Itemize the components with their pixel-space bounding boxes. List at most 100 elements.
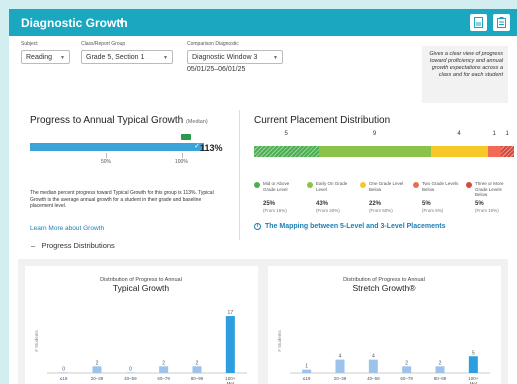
placement-segment-count: 9 bbox=[372, 131, 377, 137]
legend-previous-percent: (From 5%) bbox=[422, 208, 444, 213]
placement-segment-count: 5 bbox=[284, 131, 288, 137]
subject-select[interactable]: Reading ▼ bbox=[21, 50, 70, 64]
progress-title: Progress to Annual Typical Growth (Media… bbox=[30, 115, 208, 126]
category-label: 60–79 bbox=[400, 376, 413, 381]
legend-label: Two Grade Levels Below bbox=[422, 181, 459, 192]
chevron-down-icon[interactable]: ▾ bbox=[119, 17, 124, 28]
legend-dot bbox=[413, 182, 419, 188]
category-label: 20–39 bbox=[334, 376, 347, 381]
placement-segment[interactable] bbox=[319, 146, 431, 157]
placement-segment-count: 1 bbox=[492, 131, 496, 137]
category-label: 40–59 bbox=[367, 376, 380, 381]
date-range: 05/01/25–06/01/25 bbox=[187, 66, 246, 73]
legend-previous-percent: (From 50%) bbox=[369, 208, 393, 213]
bar bbox=[302, 369, 312, 373]
growth-badge bbox=[181, 134, 191, 140]
bar-value-label: 4 bbox=[339, 354, 342, 360]
progress-bar: ✓ bbox=[30, 143, 204, 151]
chevron-down-icon: ▼ bbox=[163, 55, 168, 61]
chevron-down-icon: ▼ bbox=[273, 55, 278, 61]
placement-segment[interactable] bbox=[501, 146, 514, 157]
progress-bar-fill: ✓ bbox=[30, 143, 204, 151]
feature-callout: Gives a clear view of progress toward pr… bbox=[422, 46, 508, 103]
subject-label: Subject bbox=[21, 41, 38, 47]
bar-value-label: 1 bbox=[305, 364, 308, 370]
category-label: 100+ Met bbox=[468, 376, 479, 384]
comparison-value: Diagnostic Window 3 bbox=[192, 54, 258, 61]
category-label: 80–99 bbox=[434, 376, 447, 381]
export-pdf-button[interactable] bbox=[470, 14, 487, 31]
bar bbox=[159, 366, 169, 373]
progress-title-note: (Median) bbox=[186, 119, 208, 125]
category-label: ≤19 bbox=[303, 376, 311, 381]
mapping-link-text: The Mapping between 5-Level and 3-Level … bbox=[265, 223, 446, 230]
legend-percent: 22% bbox=[369, 201, 382, 207]
bar bbox=[402, 366, 412, 373]
bar-value-label: 0 bbox=[129, 366, 132, 372]
bar-value-label: 2 bbox=[405, 360, 408, 366]
typical-growth-chart: Distribution of Progress to AnnualTypica… bbox=[34, 277, 247, 384]
bar-value-label: 2 bbox=[96, 360, 99, 366]
legend-percent: 43% bbox=[316, 201, 329, 207]
chevron-down-icon: ▼ bbox=[60, 55, 65, 61]
legend-dot bbox=[466, 182, 472, 188]
placement-segment[interactable] bbox=[488, 146, 501, 157]
category-label: 100+ Met bbox=[225, 376, 236, 384]
bar bbox=[192, 366, 202, 373]
stretch-growth-chart: Distribution of Progress to AnnualStretc… bbox=[277, 277, 490, 384]
bar-value-label: 2 bbox=[162, 360, 165, 366]
progress-title-text: Progress to Annual Typical Growth bbox=[30, 115, 184, 126]
document-icon bbox=[474, 17, 483, 28]
chart-subtitle: Stretch Growth® bbox=[353, 283, 417, 293]
bar bbox=[59, 372, 69, 373]
progress-distributions-title: Progress Distributions bbox=[41, 241, 115, 250]
legend-percent: 5% bbox=[422, 201, 431, 207]
bar-value-label: 17 bbox=[228, 310, 234, 316]
bar bbox=[225, 316, 235, 373]
progress-description: The median percent progress toward Typic… bbox=[30, 190, 214, 209]
legend-dot bbox=[360, 182, 366, 188]
legend-label: One Grade Level Below bbox=[369, 181, 404, 192]
clipboard-icon bbox=[497, 17, 506, 28]
distribution-panel: Distribution of Progress to Annual Typica… bbox=[18, 259, 508, 384]
bar bbox=[92, 366, 102, 373]
tick-50-label: 50% bbox=[101, 159, 112, 165]
bar bbox=[368, 359, 378, 373]
comparison-label: Comparison Diagnostic bbox=[187, 41, 239, 47]
comparison-select[interactable]: Diagnostic Window 3 ▼ bbox=[187, 50, 283, 64]
class-group-select[interactable]: Grade 5, Section 1 ▼ bbox=[81, 50, 173, 64]
class-group-value: Grade 5, Section 1 bbox=[86, 54, 145, 61]
app-window: Diagnostic Growth ▾ Subject Reading ▼ Cl… bbox=[9, 9, 517, 384]
bar-value-label: 5 bbox=[472, 350, 475, 356]
subject-value: Reading bbox=[26, 54, 53, 61]
category-label: 20–39 bbox=[91, 376, 104, 381]
legend-previous-percent: (From 15%) bbox=[263, 208, 287, 213]
category-label: 80–99 bbox=[191, 376, 204, 381]
placement-segment-count: 1 bbox=[505, 131, 509, 137]
category-label: 40–59 bbox=[124, 376, 137, 381]
chart-subtitle: Typical Growth bbox=[113, 283, 169, 293]
bar bbox=[125, 372, 135, 373]
bar bbox=[335, 359, 345, 373]
legend-label: Mid or Above Grade Level bbox=[263, 181, 290, 192]
bar-value-label: 4 bbox=[372, 354, 375, 360]
legend-previous-percent: (From 10%) bbox=[475, 208, 499, 213]
class-group-label: Class/Report Group bbox=[81, 41, 126, 47]
mapping-link[interactable]: i The Mapping between 5-Level and 3-Level… bbox=[254, 223, 446, 230]
bar-value-label: 2 bbox=[439, 360, 442, 366]
placement-segment[interactable] bbox=[430, 146, 488, 157]
y-axis-label: # Students bbox=[34, 329, 39, 351]
legend-previous-percent: (From 20%) bbox=[316, 208, 340, 213]
stretch-growth-chart-card: Distribution of Progress to Annual Stretc… bbox=[268, 266, 501, 384]
progress-distributions-header[interactable]: – Progress Distributions bbox=[31, 241, 115, 250]
placement-segment[interactable] bbox=[254, 146, 319, 157]
typical-growth-chart-card: Distribution of Progress to Annual Typica… bbox=[25, 266, 258, 384]
print-button[interactable] bbox=[493, 14, 510, 31]
page-title[interactable]: Diagnostic Growth bbox=[21, 16, 128, 30]
category-label: 60–79 bbox=[157, 376, 170, 381]
y-axis-label: # Students bbox=[277, 329, 282, 351]
placement-title: Current Placement Distribution bbox=[254, 115, 391, 126]
legend-percent: 5% bbox=[475, 201, 484, 207]
learn-more-link[interactable]: Learn More about Growth bbox=[30, 225, 104, 232]
legend-dot bbox=[254, 182, 260, 188]
